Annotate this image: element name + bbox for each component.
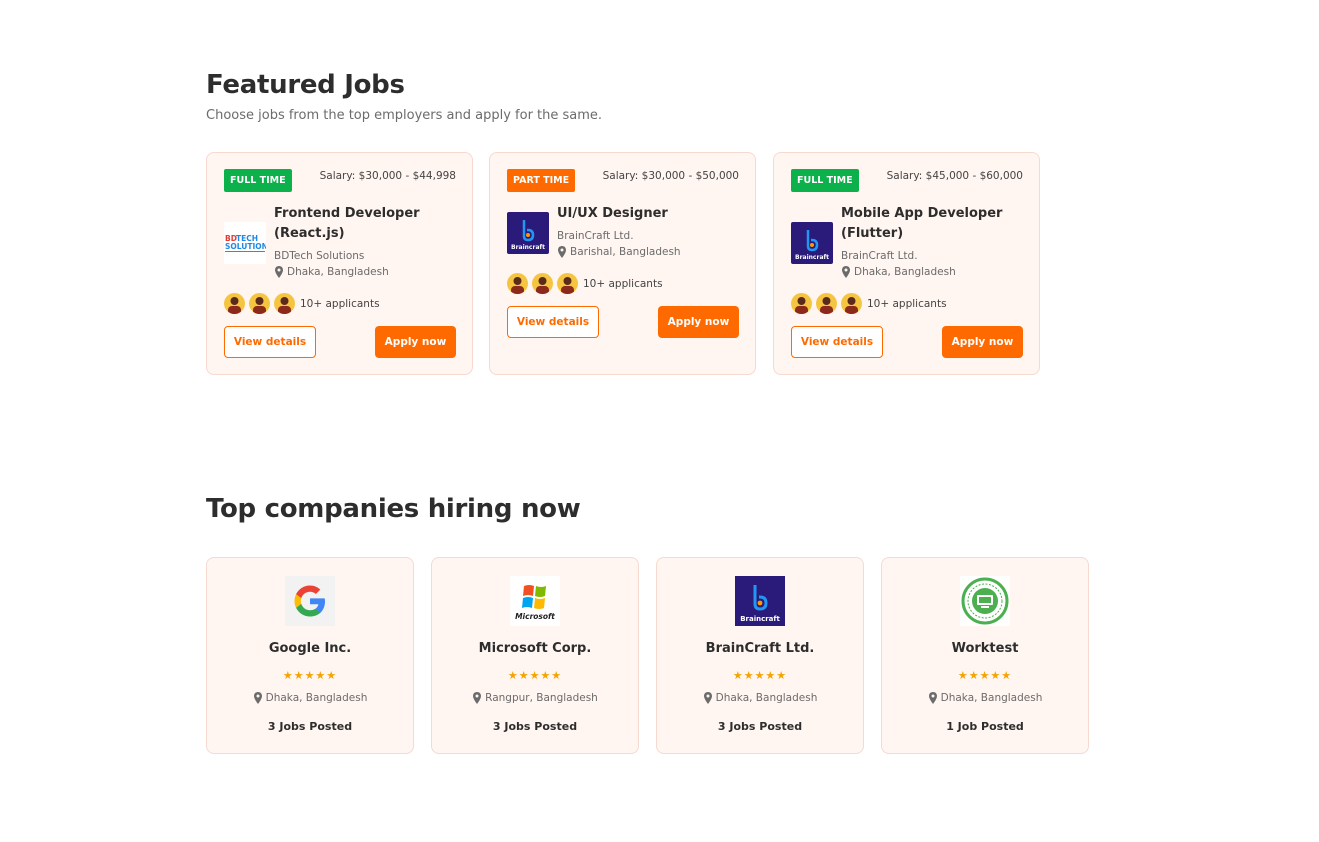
- jobs-posted-count: 3 Jobs Posted: [492, 720, 578, 733]
- applicants-row: 10+ applicants: [507, 273, 663, 294]
- location-pin-icon: [275, 266, 283, 278]
- view-details-button[interactable]: View details: [507, 306, 599, 338]
- company-card[interactable]: Braincraft BrainCraft Ltd. ★★★★★ Dhaka, …: [656, 557, 864, 754]
- svg-text:SOLUTION: SOLUTION: [225, 242, 266, 251]
- job-location: Dhaka, Bangladesh: [841, 266, 956, 278]
- company-name: BrainCraft Ltd.: [557, 230, 634, 242]
- company-location-text: Dhaka, Bangladesh: [265, 692, 368, 704]
- company-location: Dhaka, Bangladesh: [882, 692, 1088, 704]
- salary-range: Salary: $30,000 - $44,998: [319, 170, 456, 182]
- salary-range: Salary: $45,000 - $60,000: [886, 170, 1023, 182]
- company-name: Google Inc.: [268, 641, 352, 656]
- worktest-logo: [960, 576, 1010, 626]
- avatar: [274, 293, 295, 314]
- job-card: FULL TIME Salary: $45,000 - $60,000 Brai…: [773, 152, 1040, 375]
- location-pin-icon: [842, 266, 850, 278]
- svg-text:Braincraft: Braincraft: [740, 615, 780, 623]
- avatar: [841, 293, 862, 314]
- applicants-row: 10+ applicants: [224, 293, 380, 314]
- company-name: BrainCraft Ltd.: [705, 641, 815, 656]
- job-type-badge: FULL TIME: [791, 169, 859, 192]
- company-location-text: Rangpur, Bangladesh: [485, 692, 598, 704]
- rating-stars-icon: ★★★★★: [732, 669, 788, 682]
- job-type-badge: FULL TIME: [224, 169, 292, 192]
- location-pin-icon: [253, 692, 262, 704]
- applicants-count: 10+ applicants: [583, 277, 663, 290]
- company-card[interactable]: Google Inc. ★★★★★ Dhaka, Bangladesh 3 Jo…: [206, 557, 414, 754]
- company-location-text: Dhaka, Bangladesh: [715, 692, 818, 704]
- company-name: BDTech Solutions: [274, 250, 365, 262]
- job-title[interactable]: Mobile App Developer (Flutter): [841, 204, 1026, 244]
- applicants-count: 10+ applicants: [300, 297, 380, 310]
- braincraft-logo: Braincraft: [735, 576, 785, 626]
- location-pin-icon: [473, 692, 482, 704]
- applicants-row: 10+ applicants: [791, 293, 947, 314]
- braincraft-logo: Braincraft: [791, 222, 833, 264]
- company-card[interactable]: Worktest ★★★★★ Dhaka, Bangladesh 1 Job P…: [881, 557, 1089, 754]
- svg-text:Microsoft: Microsoft: [515, 612, 555, 621]
- avatar: [224, 293, 245, 314]
- job-card: FULL TIME Salary: $30,000 - $44,998 BD T…: [206, 152, 473, 375]
- rating-stars-icon: ★★★★★: [507, 669, 563, 682]
- bdtech-logo: BD TECH SOLUTION: [224, 222, 266, 264]
- job-location: Barishal, Bangladesh: [557, 246, 681, 258]
- featured-jobs-title: Featured Jobs: [206, 70, 405, 100]
- company-location: Dhaka, Bangladesh: [657, 692, 863, 704]
- job-location: Dhaka, Bangladesh: [274, 266, 389, 278]
- braincraft-logo: Braincraft: [507, 212, 549, 254]
- avatar: [791, 293, 812, 314]
- featured-jobs-subtitle: Choose jobs from the top employers and a…: [206, 108, 603, 123]
- job-location-text: Dhaka, Bangladesh: [287, 266, 389, 278]
- company-name: BrainCraft Ltd.: [841, 250, 918, 262]
- avatar: [249, 293, 270, 314]
- rating-stars-icon: ★★★★★: [957, 669, 1013, 682]
- location-pin-icon: [558, 246, 566, 258]
- google-logo: [285, 576, 335, 626]
- jobs-posted-count: 3 Jobs Posted: [267, 720, 353, 733]
- company-location-text: Dhaka, Bangladesh: [940, 692, 1043, 704]
- location-pin-icon: [928, 692, 937, 704]
- job-location-text: Barishal, Bangladesh: [570, 246, 681, 258]
- jobs-posted-count: 1 Job Posted: [946, 720, 1024, 733]
- apply-now-button[interactable]: Apply now: [942, 326, 1023, 358]
- applicants-count: 10+ applicants: [867, 297, 947, 310]
- job-type-badge: PART TIME: [507, 169, 576, 192]
- svg-text:Braincraft: Braincraft: [795, 254, 829, 261]
- company-location: Dhaka, Bangladesh: [207, 692, 413, 704]
- top-companies-title: Top companies hiring now: [206, 494, 581, 524]
- avatar: [532, 273, 553, 294]
- rating-stars-icon: ★★★★★: [282, 669, 338, 682]
- jobs-posted-count: 3 Jobs Posted: [717, 720, 803, 733]
- view-details-button[interactable]: View details: [791, 326, 883, 358]
- job-location-text: Dhaka, Bangladesh: [854, 266, 956, 278]
- job-title[interactable]: Frontend Developer (React.js): [274, 204, 459, 244]
- company-card[interactable]: Microsoft Microsoft Corp. ★★★★★ Rangpur,…: [431, 557, 639, 754]
- apply-now-button[interactable]: Apply now: [658, 306, 739, 338]
- apply-now-button[interactable]: Apply now: [375, 326, 456, 358]
- job-title[interactable]: UI/UX Designer: [557, 204, 742, 224]
- avatar: [507, 273, 528, 294]
- microsoft-logo: Microsoft: [510, 576, 560, 626]
- location-pin-icon: [703, 692, 712, 704]
- company-name: Microsoft Corp.: [478, 641, 592, 656]
- job-card: PART TIME Salary: $30,000 - $50,000 Brai…: [489, 152, 756, 375]
- company-location: Rangpur, Bangladesh: [432, 692, 638, 704]
- company-name: Worktest: [951, 641, 1019, 656]
- avatar: [816, 293, 837, 314]
- view-details-button[interactable]: View details: [224, 326, 316, 358]
- svg-text:Braincraft: Braincraft: [511, 244, 545, 251]
- avatar: [557, 273, 578, 294]
- salary-range: Salary: $30,000 - $50,000: [602, 170, 739, 182]
